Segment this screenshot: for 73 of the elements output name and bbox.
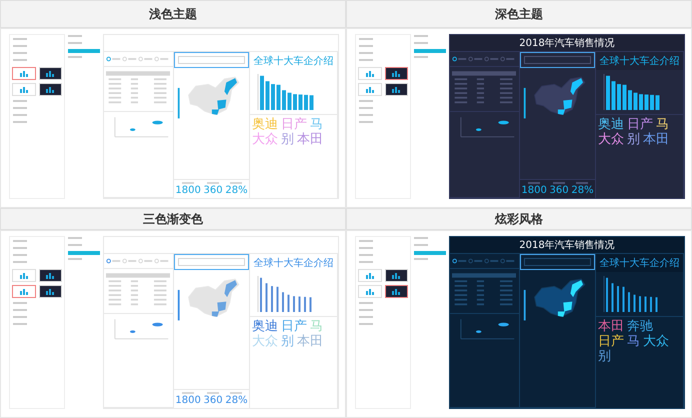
radio-row-drawing (106, 256, 170, 266)
cloud-word: 日产 (598, 334, 624, 349)
kpi-label-line (528, 182, 540, 184)
cloud-word: 大众 (252, 132, 278, 147)
cloud-word: 马 (656, 117, 669, 132)
kpi-value: 1800 (175, 395, 201, 406)
cloud-word: 日产 (627, 117, 653, 132)
cloud-word: 奥迪 (252, 117, 278, 132)
menu-list-drawing (413, 34, 447, 61)
kpi-value: 28% (225, 395, 248, 406)
filter-select[interactable] (520, 254, 595, 270)
cloud-word: 别 (281, 334, 294, 349)
kpi-label-line (576, 182, 588, 184)
menu-list-drawing (358, 239, 374, 266)
cloud-word: 马 (310, 117, 323, 132)
cloud-word: 本田 (297, 334, 323, 349)
cloud-word: 别 (627, 132, 640, 147)
kpi-value: 360 (550, 185, 569, 196)
menu-list-drawing (358, 301, 374, 328)
kpi-label-line (207, 182, 220, 184)
cloud-word: 马 (310, 319, 323, 334)
section-heading: 炫彩风格 (346, 208, 692, 230)
cloud-word: 本田 (598, 319, 624, 334)
cloud-word: 别 (281, 132, 294, 147)
kpi-label-line (182, 392, 194, 394)
menu-list-drawing (12, 301, 28, 328)
radio-row-drawing (452, 54, 516, 64)
kpi-value: 1800 (175, 185, 201, 196)
cloud-word: 马 (627, 334, 640, 349)
radio-row-drawing (106, 54, 170, 64)
menu-list-drawing (358, 99, 374, 126)
kpi-value: 28% (225, 185, 248, 196)
section-heading: 三色渐变色 (0, 208, 346, 230)
kpi-value: 28% (571, 185, 594, 196)
section-heading: 浅色主题 (0, 0, 346, 28)
cloud-word: 奔驰 (627, 319, 653, 334)
filter-select[interactable] (520, 52, 595, 68)
kpi-label-line (553, 182, 566, 184)
intro-link[interactable]: 全球十大车企介绍 (600, 254, 680, 272)
cloud-word: 大众 (252, 334, 278, 349)
menu-list-drawing (67, 34, 101, 61)
cloud-word: 别 (598, 349, 611, 364)
dashboard-title: 2018年汽车销售情况 (519, 238, 615, 252)
kpi-label-line (207, 392, 220, 394)
menu-list-drawing (12, 239, 28, 266)
kpi-label-line (182, 182, 194, 184)
radio-row-drawing (452, 256, 516, 266)
kpi-label-line (230, 392, 242, 394)
kpi-value: 1800 (521, 185, 547, 196)
cloud-word: 本田 (643, 132, 669, 147)
menu-list-drawing (12, 99, 28, 126)
intro-link[interactable]: 全球十大车企介绍 (254, 254, 334, 272)
kpi-value: 360 (204, 395, 223, 406)
theme-swatch[interactable] (384, 67, 408, 80)
cloud-word: 奥迪 (598, 117, 624, 132)
cloud-word: 本田 (297, 132, 323, 147)
theme-swatch[interactable] (12, 67, 36, 80)
theme-swatch[interactable] (12, 285, 36, 298)
cloud-word: 大众 (598, 132, 624, 147)
cloud-word: 日产 (281, 117, 307, 132)
intro-link[interactable]: 全球十大车企介绍 (600, 52, 680, 70)
theme-swatch[interactable] (384, 285, 408, 298)
menu-list-drawing (67, 236, 101, 263)
kpi-label-line (230, 182, 242, 184)
menu-list-drawing (413, 236, 447, 263)
cloud-word: 奥迪 (252, 319, 278, 334)
dashboard-title: 2018年汽车销售情况 (519, 36, 615, 50)
menu-list-drawing (12, 37, 28, 64)
menu-list-drawing (358, 37, 374, 64)
cloud-word: 大众 (643, 334, 669, 349)
section-heading: 深色主题 (346, 0, 692, 28)
kpi-value: 360 (204, 185, 223, 196)
cloud-word: 日产 (281, 319, 307, 334)
